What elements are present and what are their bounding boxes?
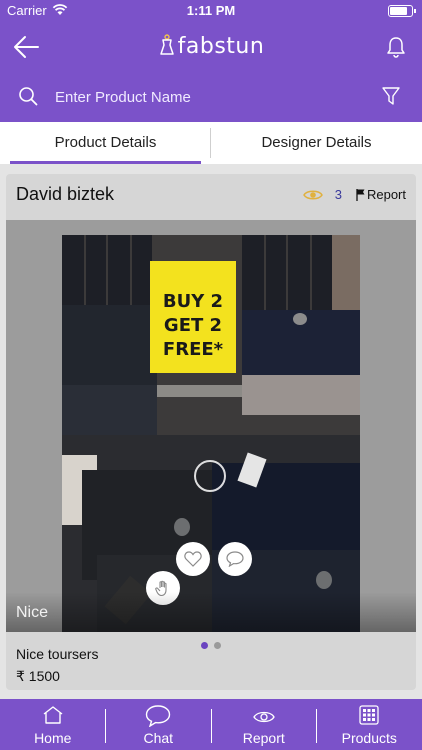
view-counter: 3 bbox=[302, 187, 342, 202]
app-header: fabstun bbox=[0, 22, 422, 74]
sign-line-1: BUY 2 bbox=[163, 291, 223, 312]
product-photo: BUY 2 GET 2 FREE* bbox=[62, 235, 360, 632]
clock: 1:11 PM bbox=[186, 3, 236, 18]
carousel-dot-2[interactable] bbox=[214, 642, 221, 649]
nav-home[interactable]: Home bbox=[0, 699, 106, 750]
product-image-carousel[interactable]: BUY 2 GET 2 FREE* Nice bbox=[6, 220, 416, 632]
nav-report[interactable]: Report bbox=[211, 699, 317, 750]
designer-name[interactable]: David biztek bbox=[16, 184, 114, 205]
sign-line-2: GET 2 bbox=[164, 315, 222, 336]
grid-icon bbox=[359, 705, 379, 725]
app-logo: fabstun bbox=[0, 34, 422, 59]
nav-report-label: Report bbox=[242, 730, 285, 746]
tab-divider bbox=[210, 128, 211, 158]
filter-icon[interactable] bbox=[382, 86, 400, 106]
flag-icon bbox=[356, 188, 365, 201]
carousel-dot-1[interactable] bbox=[201, 642, 208, 649]
nav-chat[interactable]: Chat bbox=[106, 699, 212, 750]
eye-icon bbox=[302, 190, 323, 199]
report-label: Report bbox=[366, 187, 406, 202]
comment-button[interactable] bbox=[218, 542, 252, 576]
tab-product-details[interactable]: Product Details bbox=[0, 122, 211, 164]
product-card: David biztek 3 Report BUY 2 GET 2 FREE* … bbox=[6, 174, 416, 690]
nav-chat-label: Chat bbox=[143, 730, 174, 746]
heart-icon bbox=[184, 551, 202, 567]
like-button[interactable] bbox=[176, 542, 210, 576]
bottom-nav: Home Chat Report Products bbox=[0, 699, 422, 750]
dress-form-icon bbox=[159, 34, 174, 55]
product-price: ₹ 1500 bbox=[16, 668, 60, 684]
chat-icon bbox=[146, 705, 171, 727]
search-icon[interactable] bbox=[18, 86, 38, 106]
report-button[interactable]: Report bbox=[356, 187, 406, 202]
nav-divider bbox=[316, 709, 317, 743]
loading-spinner bbox=[194, 460, 226, 492]
nav-products-label: Products bbox=[341, 730, 397, 746]
view-count: 3 bbox=[334, 187, 342, 202]
nav-products[interactable]: Products bbox=[317, 699, 422, 750]
nav-divider bbox=[211, 709, 212, 743]
search-input[interactable] bbox=[55, 84, 355, 110]
nav-home-label: Home bbox=[34, 730, 72, 746]
home-icon bbox=[43, 706, 63, 724]
eye-icon bbox=[252, 711, 275, 723]
product-title: Nice toursers bbox=[16, 646, 99, 662]
battery-icon bbox=[388, 5, 416, 17]
nav-divider bbox=[105, 709, 106, 743]
sign-line-3: FREE* bbox=[163, 339, 224, 360]
speech-bubble-icon bbox=[226, 551, 244, 567]
caption-overlay bbox=[6, 592, 416, 632]
detail-tabs: Product Details Designer Details bbox=[0, 122, 422, 164]
tab-designer-details[interactable]: Designer Details bbox=[211, 122, 422, 164]
image-caption: Nice bbox=[16, 604, 49, 621]
search-bar bbox=[0, 74, 422, 122]
logo-text: fabstun bbox=[177, 34, 265, 59]
bell-icon[interactable] bbox=[386, 36, 406, 58]
status-bar: Carrier 1:11 PM bbox=[0, 0, 422, 22]
